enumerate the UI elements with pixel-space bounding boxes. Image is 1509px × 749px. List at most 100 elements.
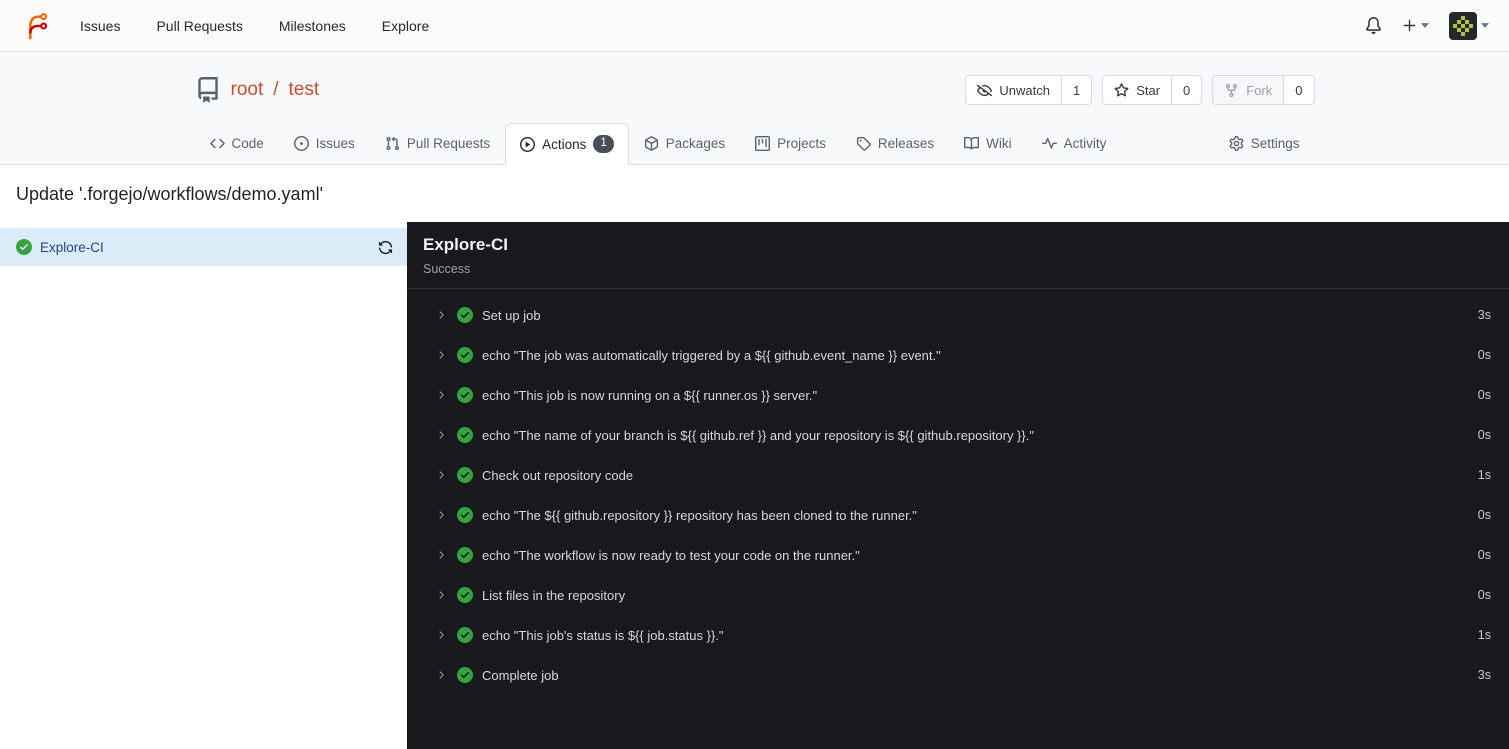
chevron-right-icon (435, 389, 447, 401)
step-duration: 1s (1477, 468, 1491, 482)
chevron-right-icon (435, 429, 447, 441)
step-row[interactable]: Check out repository code 1s (407, 455, 1509, 495)
run-main: Update '.forgejo/workflows/demo.yaml' Ex… (0, 165, 1509, 749)
top-navbar: Issues Pull Requests Milestones Explore (0, 0, 1509, 52)
chevron-right-icon (435, 669, 447, 681)
repo-separator: / (273, 79, 279, 100)
step-row[interactable]: Set up job 3s (407, 295, 1509, 335)
forgejo-logo[interactable] (20, 11, 50, 41)
tab-label: Releases (877, 135, 935, 151)
play-circle-icon (520, 136, 536, 152)
chevron-right-icon (435, 309, 447, 321)
star-icon (1114, 82, 1129, 98)
step-label: echo "This job is now running on a ${{ r… (482, 387, 818, 403)
repo-title: root / test (195, 77, 320, 103)
book-icon (964, 136, 980, 151)
check-circle-icon (457, 547, 473, 563)
check-circle-icon (457, 507, 473, 523)
nav-explore[interactable]: Explore (382, 18, 429, 34)
chevron-right-icon (435, 509, 447, 521)
avatar (1449, 11, 1477, 40)
nav-milestones[interactable]: Milestones (279, 18, 346, 34)
job-item-explore-ci[interactable]: Explore-CI (0, 228, 407, 266)
check-circle-icon (457, 307, 473, 323)
star-label: Star (1136, 82, 1161, 98)
step-label: echo "The ${{ github.repository }} repos… (482, 507, 917, 523)
step-row[interactable]: echo "This job's status is ${{ job.statu… (407, 615, 1509, 655)
step-duration: 0s (1477, 508, 1491, 522)
repo-tabs: Code Issues Pull Requests Actions 1 Pack… (195, 122, 1315, 165)
step-duration: 1s (1477, 628, 1491, 642)
step-row[interactable]: Complete job 3s (407, 655, 1509, 695)
check-circle-icon (457, 427, 473, 443)
tab-label: Projects (777, 135, 826, 151)
tab-label: Issues (315, 135, 355, 151)
step-row[interactable]: echo "The job was automatically triggere… (407, 335, 1509, 375)
nav-pull-requests[interactable]: Pull Requests (156, 18, 242, 34)
chevron-right-icon (435, 629, 447, 641)
step-duration: 0s (1477, 348, 1491, 362)
tab-releases[interactable]: Releases (841, 122, 949, 164)
caret-down-icon (1481, 23, 1489, 28)
fork-icon (1224, 83, 1239, 98)
tab-wiki[interactable]: Wiki (949, 122, 1027, 164)
step-duration: 3s (1477, 308, 1491, 322)
repo-icon (195, 77, 221, 103)
star-button-group: Star 0 (1102, 75, 1203, 105)
step-duration: 0s (1477, 428, 1491, 442)
step-label: echo "The workflow is now ready to test … (482, 547, 860, 563)
repo-name-link[interactable]: test (289, 79, 320, 101)
step-label: echo "This job's status is ${{ job.statu… (482, 627, 724, 643)
tab-issues[interactable]: Issues (279, 122, 370, 164)
console-job-status: Success (423, 262, 471, 276)
tab-code[interactable]: Code (195, 122, 279, 164)
step-label: Check out repository code (482, 467, 634, 483)
jobs-sidebar: Explore-CI (0, 222, 407, 749)
step-duration: 3s (1477, 668, 1491, 682)
tab-label: Wiki (986, 135, 1012, 151)
star-button[interactable]: Star (1103, 76, 1172, 104)
tab-pull-requests[interactable]: Pull Requests (370, 122, 505, 164)
notifications-button[interactable] (1365, 17, 1382, 34)
fork-button-group: Fork 0 (1212, 75, 1315, 105)
steps-list: Set up job 3s echo "The job was automati… (407, 289, 1509, 695)
console-header: Explore-CI Success (407, 222, 1509, 289)
tab-label: Pull Requests (406, 135, 491, 151)
step-duration: 0s (1477, 388, 1491, 402)
code-icon (209, 136, 225, 151)
pulse-icon (1041, 136, 1057, 151)
caret-down-icon (1421, 23, 1429, 28)
tab-packages[interactable]: Packages (629, 122, 740, 164)
unwatch-button-group: Unwatch 1 (965, 75, 1093, 105)
watchers-count[interactable]: 1 (1060, 76, 1091, 104)
step-row[interactable]: echo "The name of your branch is ${{ git… (407, 415, 1509, 455)
step-label: echo "The job was automatically triggere… (482, 347, 941, 363)
create-new-button[interactable] (1402, 18, 1429, 33)
repo-owner-link[interactable]: root (231, 79, 264, 101)
step-row[interactable]: List files in the repository 0s (407, 575, 1509, 615)
check-circle-icon (457, 387, 473, 403)
check-circle-icon (16, 239, 32, 255)
tab-activity[interactable]: Activity (1027, 122, 1122, 164)
step-label: echo "The name of your branch is ${{ git… (482, 427, 1034, 443)
plus-icon (1402, 18, 1417, 33)
tab-projects[interactable]: Projects (740, 122, 841, 164)
repo-header: root / test Unwatch 1 Star 0 Fork 0 Code… (0, 52, 1509, 165)
step-row[interactable]: echo "This job is now running on a ${{ r… (407, 375, 1509, 415)
step-row[interactable]: echo "The ${{ github.repository }} repos… (407, 495, 1509, 535)
step-duration: 0s (1477, 588, 1491, 602)
unwatch-button[interactable]: Unwatch (966, 76, 1061, 104)
forks-count[interactable]: 0 (1283, 76, 1313, 104)
refresh-icon[interactable] (378, 240, 393, 255)
stars-count[interactable]: 0 (1171, 76, 1201, 104)
tab-actions[interactable]: Actions 1 (505, 123, 629, 165)
tab-settings[interactable]: Settings (1214, 122, 1315, 164)
tab-label: Actions (542, 136, 587, 152)
nav-issues[interactable]: Issues (80, 18, 120, 34)
job-console: Explore-CI Success Set up job 3s echo "T… (407, 222, 1509, 749)
user-menu[interactable] (1449, 11, 1489, 40)
tag-icon (856, 136, 871, 151)
eye-slash-icon (977, 83, 993, 98)
fork-button[interactable]: Fork (1213, 76, 1284, 104)
step-row[interactable]: echo "The workflow is now ready to test … (407, 535, 1509, 575)
